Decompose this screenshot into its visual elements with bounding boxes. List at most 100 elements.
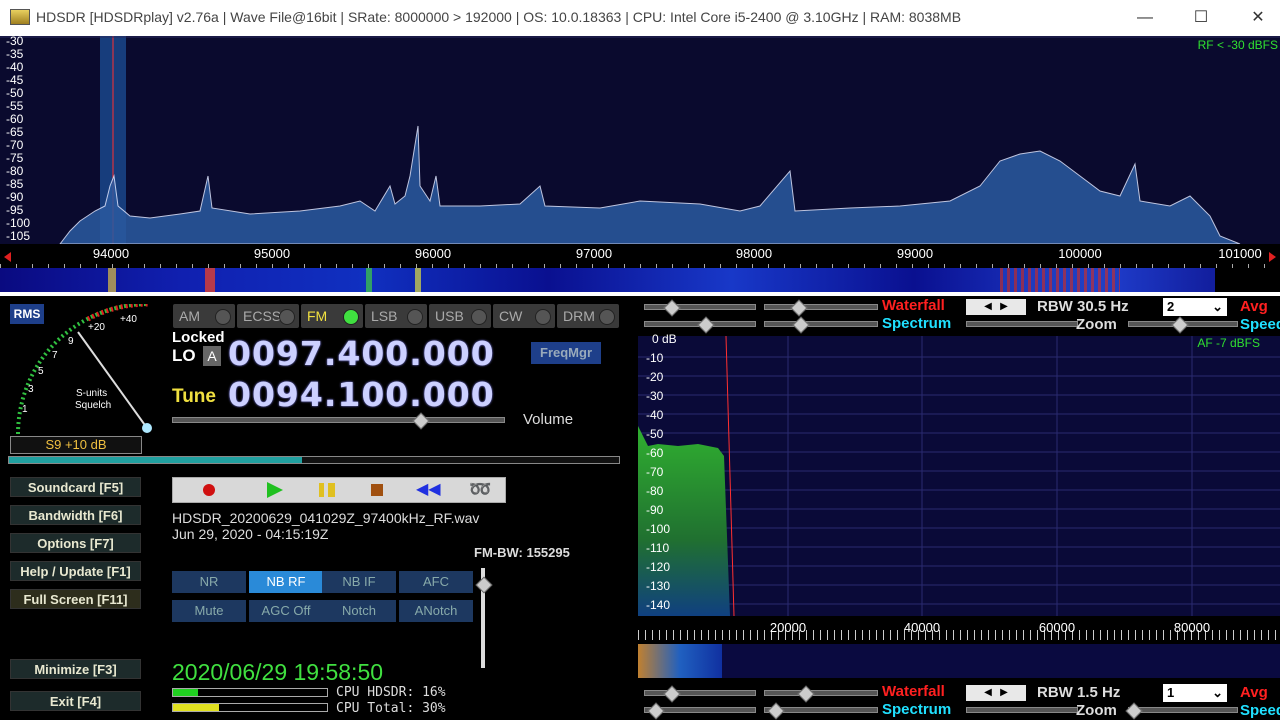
recording-timestamp: Jun 29, 2020 - 04:15:19Z	[172, 526, 329, 542]
db-label: -105	[6, 229, 31, 243]
af-spectrum[interactable]: 0 dB -10 -20 -30 -40 -50 -60 -70 -80 -90…	[638, 332, 1280, 616]
af-db-label: -100	[646, 522, 671, 536]
nb-rf-button[interactable]: NB RF	[249, 571, 323, 593]
rbw-label: RBW 30.5 Hz	[1037, 298, 1129, 315]
help-update-button[interactable]: Help / Update [F1]	[10, 561, 141, 581]
agc-button[interactable]: AGC Off	[249, 600, 323, 622]
spectrum-slider-2[interactable]	[764, 321, 878, 327]
s-scale-label: +20	[88, 322, 105, 333]
mode-cw-button[interactable]: CW	[493, 304, 555, 328]
scroll-left-icon[interactable]	[4, 252, 11, 262]
s-scale-label: 5	[38, 366, 44, 377]
mode-drm-button[interactable]: DRM	[557, 304, 619, 328]
rf-waterfall[interactable]	[0, 268, 1280, 292]
volume-slider-thumb[interactable]	[412, 412, 430, 430]
record-icon[interactable]	[203, 484, 215, 496]
tune-label: Tune	[172, 386, 216, 407]
soundcard-button[interactable]: Soundcard [F5]	[10, 477, 141, 497]
minimize-window-button[interactable]: —	[1133, 6, 1157, 30]
slider-thumb[interactable]	[1171, 316, 1189, 334]
pause-icon[interactable]	[319, 483, 335, 497]
db-label: -50	[6, 86, 24, 100]
spectrum-label: Spectrum	[882, 701, 952, 718]
mode-am-button[interactable]: AM	[173, 304, 235, 328]
af-waterfall[interactable]	[638, 644, 1280, 678]
freq-label: 94000	[92, 246, 130, 261]
freq-label: 100000	[1058, 246, 1102, 261]
rf-spectrum[interactable]: -30 -35 -40 -45 -50 -55 -60 -65 -70 -75 …	[0, 34, 1280, 244]
waterfall-slider-2[interactable]	[764, 304, 878, 310]
af-db-label: -90	[646, 503, 664, 517]
options-button[interactable]: Options [F7]	[10, 533, 141, 553]
af-db-label: -10	[646, 351, 664, 365]
exit-button[interactable]: Exit [F4]	[10, 691, 141, 711]
signal-bar	[8, 456, 620, 464]
waterfall-label: Waterfall	[882, 683, 945, 700]
slider-thumb[interactable]	[797, 685, 815, 703]
rf-frequency-axis[interactable]: 94000 95000 96000 97000 98000 99000 1000…	[0, 244, 1280, 268]
lo-frequency-display[interactable]: 0097.400.000	[228, 334, 495, 373]
nb-if-button[interactable]: NB IF	[322, 571, 396, 593]
af-db-label: -130	[646, 579, 671, 593]
rbw-stepper[interactable]: ◀ ▶	[966, 685, 1026, 701]
db-label: -45	[6, 73, 24, 87]
rbw-label: RBW 1.5 Hz	[1037, 684, 1121, 701]
slider-thumb[interactable]	[792, 316, 810, 334]
slider-thumb[interactable]	[1125, 702, 1143, 720]
freqmgr-button[interactable]: FreqMgr	[531, 342, 601, 364]
waterfall-slider-1[interactable]	[644, 690, 756, 696]
avg-select[interactable]: 2 ⌄	[1163, 298, 1227, 316]
slider-thumb[interactable]	[697, 316, 715, 334]
rbw-stepper[interactable]: ◀ ▶	[966, 299, 1026, 315]
db-label: -80	[6, 164, 24, 178]
rewind-icon[interactable]: ◀◀	[416, 482, 441, 498]
db-label: -55	[6, 99, 24, 113]
volume-slider[interactable]	[172, 417, 505, 423]
db-label: -75	[6, 151, 24, 165]
speed-slider[interactable]	[1128, 707, 1238, 713]
db-label: -70	[6, 138, 24, 152]
play-icon[interactable]	[267, 482, 283, 498]
af-db-label: -40	[646, 408, 664, 422]
title-bar: HDSDR [HDSDRplay] v2.76a | Wave File@16b…	[0, 0, 1280, 36]
db-label: -90	[6, 190, 24, 204]
lo-a-button[interactable]: A	[203, 346, 221, 366]
avg-select[interactable]: 1 ⌄	[1163, 684, 1227, 702]
notch-button[interactable]: Notch	[322, 600, 396, 622]
fullscreen-button[interactable]: Full Screen [F11]	[10, 589, 141, 609]
mode-lsb-button[interactable]: LSB	[365, 304, 427, 328]
waterfall-slider-2[interactable]	[764, 690, 878, 696]
cpu-total-bar	[172, 703, 328, 712]
fm-bandwidth-slider-thumb[interactable]	[475, 576, 493, 594]
mode-usb-button[interactable]: USB	[429, 304, 491, 328]
slider-thumb[interactable]	[647, 702, 665, 720]
freq-label: 101000	[1218, 246, 1262, 261]
s-meter: RMS 1 3 5 7 9 +20 +40 S-units Squelch	[8, 304, 152, 444]
mode-ecss-button[interactable]: ECSS	[237, 304, 299, 328]
stop-icon[interactable]	[371, 484, 383, 496]
slider-thumb[interactable]	[767, 702, 785, 720]
afc-button[interactable]: AFC	[399, 571, 473, 593]
anotch-button[interactable]: ANotch	[399, 600, 473, 622]
slider-thumb[interactable]	[663, 685, 681, 703]
cpu-total-label: CPU Total: 30%	[336, 701, 446, 716]
nr-button[interactable]: NR	[172, 571, 246, 593]
window-title: HDSDR [HDSDRplay] v2.76a | Wave File@16b…	[36, 9, 962, 25]
slider-thumb[interactable]	[663, 299, 681, 317]
waterfall-label: Waterfall	[882, 297, 945, 314]
chevron-down-icon: ⌄	[1212, 299, 1223, 314]
mode-fm-button[interactable]: FM	[301, 304, 363, 328]
close-window-button[interactable]: ✕	[1246, 6, 1270, 30]
maximize-window-button[interactable]: ☐	[1189, 6, 1213, 30]
cpu-total-bar-fill	[173, 704, 220, 711]
tune-frequency-display[interactable]: 0094.100.000	[228, 375, 495, 414]
waterfall-slider-1[interactable]	[644, 304, 756, 310]
zoom-slider-left[interactable]	[966, 707, 1078, 713]
bandwidth-button[interactable]: Bandwidth [F6]	[10, 505, 141, 525]
zoom-slider-left[interactable]	[966, 321, 1078, 327]
minimize-button[interactable]: Minimize [F3]	[10, 659, 141, 679]
slider-thumb[interactable]	[790, 299, 808, 317]
scroll-right-icon[interactable]	[1269, 252, 1276, 262]
mute-button[interactable]: Mute	[172, 600, 246, 622]
loop-icon[interactable]: ➿	[469, 480, 491, 498]
